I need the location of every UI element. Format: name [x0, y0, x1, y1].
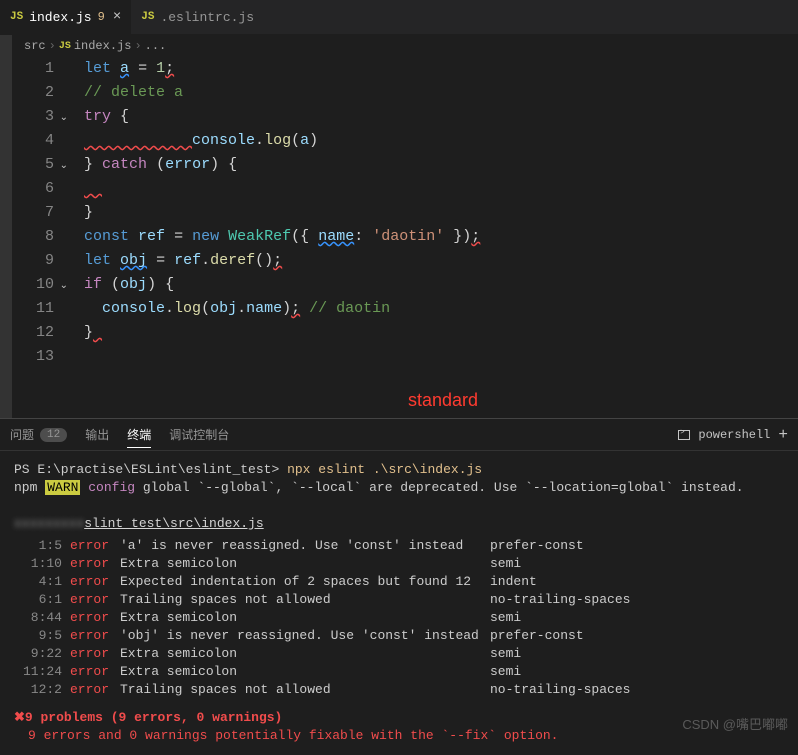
tab-index-js[interactable]: JS index.js 9 × — [0, 0, 131, 34]
problems-count: 12 — [40, 428, 67, 442]
code-line[interactable] — [84, 177, 798, 201]
breadcrumb-segment[interactable]: ... — [145, 39, 167, 53]
chevron-right-icon: › — [49, 39, 56, 53]
bottom-panel: 问题 12 输出 终端 调试控制台 powershell + PS E:\pra… — [0, 418, 798, 741]
tab-badge: 9 — [98, 10, 105, 24]
close-icon[interactable]: × — [113, 9, 121, 25]
code-content[interactable]: let a = 1; // delete a try { console.log… — [70, 57, 798, 412]
code-line[interactable]: console.log(obj.name); // daotin — [84, 297, 798, 321]
fold-icon[interactable]: ⌄ — [60, 155, 68, 179]
tab-terminal[interactable]: 终端 — [127, 426, 151, 448]
error-row: 8:44errorExtra semicolonsemi — [14, 609, 784, 627]
plus-icon[interactable]: + — [778, 426, 788, 444]
error-row: 11:24errorExtra semicolonsemi — [14, 663, 784, 681]
js-icon: JS — [141, 11, 154, 23]
tab-label: .eslintrc.js — [160, 10, 254, 25]
error-row: 9:22errorExtra semicolonsemi — [14, 645, 784, 663]
fold-icon[interactable]: ⌄ — [60, 275, 68, 299]
tab-debug-console[interactable]: 调试控制台 — [169, 426, 229, 443]
code-line[interactable]: let a = 1; — [84, 57, 798, 81]
breadcrumb-segment[interactable]: index.js — [74, 39, 132, 53]
code-line[interactable]: const ref = new WeakRef({ name: 'daotin'… — [84, 225, 798, 249]
code-line[interactable]: try { — [84, 105, 798, 129]
error-row: 12:2errorTrailing spaces not allowedno-t… — [14, 681, 784, 699]
code-line[interactable]: console.log(a) — [84, 129, 798, 153]
chevron-right-icon: › — [134, 39, 141, 53]
tab-problems[interactable]: 问题 12 — [10, 426, 67, 443]
watermark: CSDN @嘴巴嘟嘟 — [682, 714, 788, 733]
error-row: 1:5error'a' is never reassigned. Use 'co… — [14, 537, 784, 555]
x-icon: ✖ — [14, 710, 25, 725]
error-row: 6:1errorTrailing spaces not allowedno-tr… — [14, 591, 784, 609]
panel-tabs: 问题 12 输出 终端 调试控制台 powershell + — [0, 419, 798, 451]
tab-label: index.js — [29, 10, 91, 25]
fix-hint: 9 errors and 0 warnings potentially fixa… — [28, 727, 784, 745]
code-line[interactable]: } — [84, 201, 798, 225]
code-line[interactable]: let obj = ref.deref(); — [84, 249, 798, 273]
breadcrumb[interactable]: src › JS index.js › ... — [12, 35, 798, 57]
code-line[interactable]: if (obj) { — [84, 273, 798, 297]
code-line[interactable]: } — [84, 321, 798, 345]
error-row: 1:10errorExtra semicolonsemi — [14, 555, 784, 573]
error-row: 9:5error'obj' is never reassigned. Use '… — [14, 627, 784, 645]
shell-label[interactable]: powershell — [698, 428, 770, 442]
error-table: 1:5error'a' is never reassigned. Use 'co… — [14, 537, 784, 699]
tab-output[interactable]: 输出 — [85, 426, 109, 443]
breadcrumb-segment[interactable]: src — [24, 39, 46, 53]
annotation-label: standard — [408, 390, 478, 411]
terminal-output[interactable]: PS E:\practise\ESLint\eslint_test> npx e… — [0, 451, 798, 755]
code-editor[interactable]: 12 3⌄ 4 5⌄ 6789 10⌄ 111213 let a = 1; //… — [12, 57, 798, 412]
js-icon: JS — [10, 11, 23, 23]
terminal-icon — [678, 430, 690, 440]
error-summary: ✖9 problems (9 errors, 0 warnings) — [14, 709, 784, 727]
editor-tabs: JS index.js 9 × JS .eslintrc.js — [0, 0, 798, 35]
code-line[interactable] — [84, 345, 798, 369]
redacted-path: xxxxxxxxx — [14, 516, 84, 531]
panel-actions: powershell + — [678, 426, 788, 444]
error-row: 4:1errorExpected indentation of 2 spaces… — [14, 573, 784, 591]
code-line[interactable]: // delete a — [84, 81, 798, 105]
line-gutter: 12 3⌄ 4 5⌄ 6789 10⌄ 111213 — [12, 57, 70, 412]
code-line[interactable]: } catch (error) { — [84, 153, 798, 177]
js-icon: JS — [59, 41, 71, 52]
fold-icon[interactable]: ⌄ — [60, 107, 68, 131]
tab-eslintrc-js[interactable]: JS .eslintrc.js — [131, 0, 264, 34]
